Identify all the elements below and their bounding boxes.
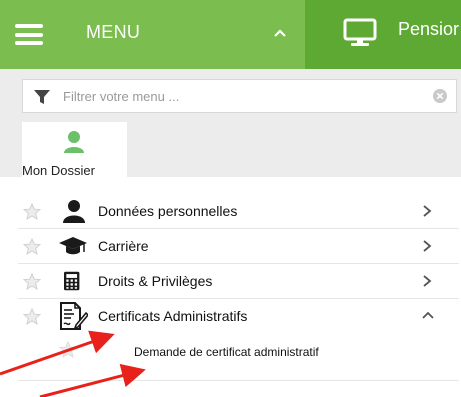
tile-label: Mon Dossier: [22, 163, 95, 178]
hamburger-icon[interactable]: [15, 24, 43, 45]
chevron-up-icon: [422, 311, 434, 319]
filter-input[interactable]: Filtrer votre menu ...: [22, 79, 457, 113]
menu-item-certificats-administratifs[interactable]: Certificats Administratifs: [0, 299, 461, 333]
module-title: Pensior: [398, 19, 460, 39]
menu-item-donnees-personnelles[interactable]: Données personnelles: [0, 194, 461, 228]
chevron-right-icon: [423, 240, 432, 252]
chevron-up-icon[interactable]: [271, 26, 289, 40]
menu-header[interactable]: MENU: [0, 0, 305, 69]
menu-item-label: Droits & Privilèges: [98, 273, 213, 289]
person-icon: [63, 200, 85, 223]
menu-item-carriere[interactable]: Carrière: [0, 229, 461, 263]
star-icon[interactable]: [59, 341, 77, 358]
top-bar: MENU Pensior: [0, 0, 461, 69]
menu-item-label: Données personnelles: [98, 203, 238, 219]
graduation-cap-icon: [59, 237, 87, 255]
certificate-icon: [60, 302, 88, 330]
star-icon[interactable]: [23, 273, 41, 290]
chevron-right-icon: [423, 275, 432, 287]
menu-panel: Filtrer votre menu ... Mon Dossier: [0, 69, 461, 178]
monitor-icon: [343, 18, 377, 46]
filter-placeholder: Filtrer votre menu ...: [63, 89, 180, 104]
filter-icon: [34, 90, 50, 104]
tile-mon-dossier[interactable]: Mon Dossier: [22, 122, 127, 178]
star-icon[interactable]: [23, 238, 41, 255]
menu-item-droits-privileges[interactable]: Droits & Privilèges: [0, 264, 461, 298]
annotation-arrow: [39, 363, 146, 397]
module-header[interactable]: Pensior: [305, 0, 461, 69]
submenu-item-demande-certificat[interactable]: Demande de certificat administratif: [134, 345, 319, 359]
clear-icon[interactable]: [433, 89, 447, 103]
menu-item-label: Certificats Administratifs: [98, 308, 248, 324]
user-icon: [64, 131, 84, 153]
calculator-icon: [64, 271, 80, 291]
star-icon[interactable]: [23, 308, 41, 325]
chevron-right-icon: [423, 205, 432, 217]
divider: [18, 380, 459, 381]
menu-title: MENU: [86, 22, 141, 42]
menu-item-label: Carrière: [98, 238, 149, 254]
star-icon[interactable]: [23, 203, 41, 220]
annotation-arrow: [0, 330, 115, 376]
